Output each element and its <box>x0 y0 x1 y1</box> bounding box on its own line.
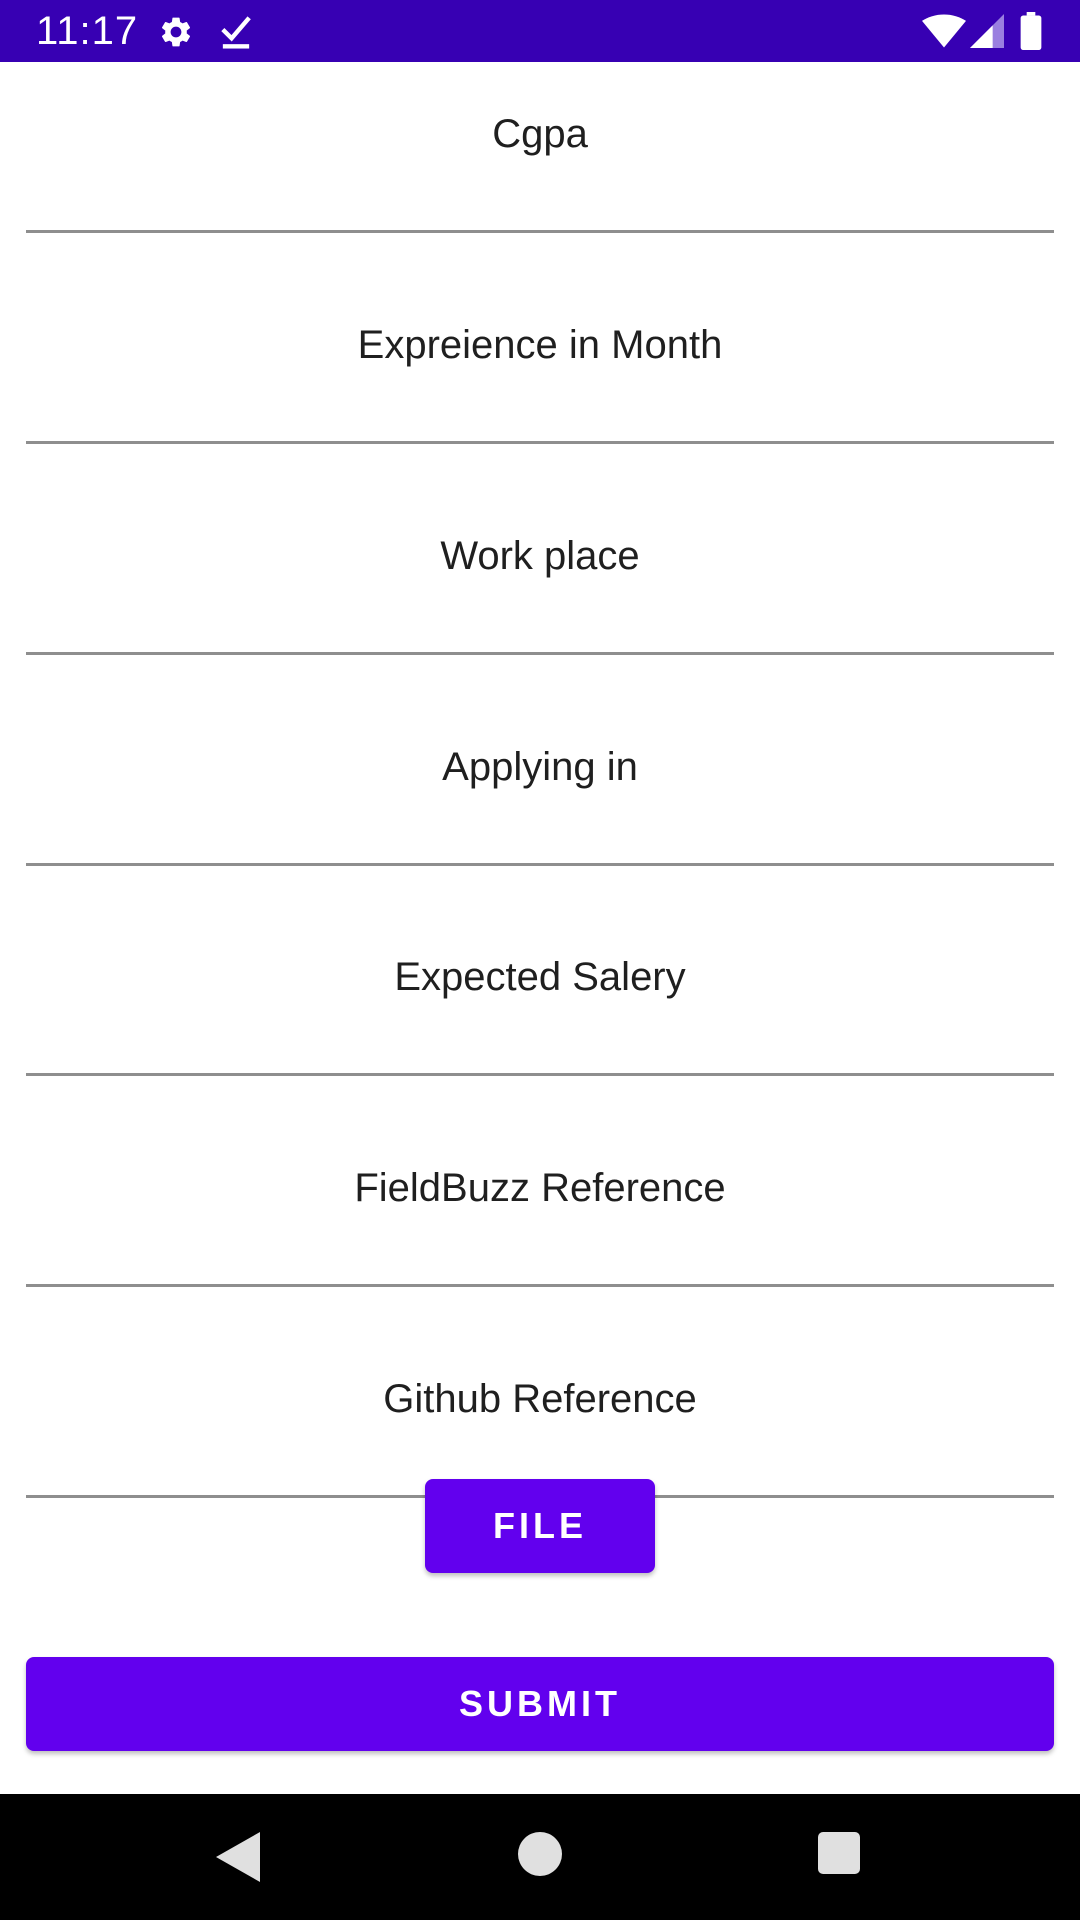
signal-icon <box>970 14 1004 48</box>
status-time: 11:17 <box>36 9 139 53</box>
navigation-bar <box>0 1794 1080 1920</box>
experience-month-field[interactable]: Expreience in Month <box>26 233 1054 444</box>
cgpa-hint: Cgpa <box>492 112 588 156</box>
submit-button[interactable]: SUBMIT <box>26 1657 1054 1751</box>
expected-salary-hint: Expected Salery <box>394 955 686 999</box>
fieldbuzz-reference-hint: FieldBuzz Reference <box>354 1166 726 1210</box>
work-place-hint: Work place <box>440 534 640 578</box>
cgpa-field[interactable]: Cgpa <box>26 62 1054 233</box>
wifi-icon <box>922 14 966 48</box>
gear-icon <box>161 17 191 47</box>
github-reference-field[interactable]: Github Reference <box>26 1287 1054 1498</box>
application-form: Cgpa Expreience in Month Work place Appl… <box>0 62 1080 1794</box>
expected-salary-field[interactable]: Expected Salery <box>26 865 1054 1076</box>
fieldbuzz-reference-field[interactable]: FieldBuzz Reference <box>26 1076 1054 1287</box>
status-bar: 11:17 <box>0 0 1080 62</box>
battery-icon <box>1020 12 1042 50</box>
file-button[interactable]: FILE <box>425 1479 655 1573</box>
applying-in-hint: Applying in <box>442 745 638 789</box>
recents-icon[interactable] <box>818 1832 860 1874</box>
experience-month-hint: Expreience in Month <box>357 323 723 367</box>
check-download-icon <box>221 16 251 49</box>
work-place-field[interactable]: Work place <box>26 444 1054 655</box>
github-reference-hint: Github Reference <box>383 1377 697 1421</box>
home-icon[interactable] <box>518 1832 562 1876</box>
applying-in-field[interactable]: Applying in <box>26 655 1054 866</box>
back-icon[interactable] <box>216 1832 260 1882</box>
